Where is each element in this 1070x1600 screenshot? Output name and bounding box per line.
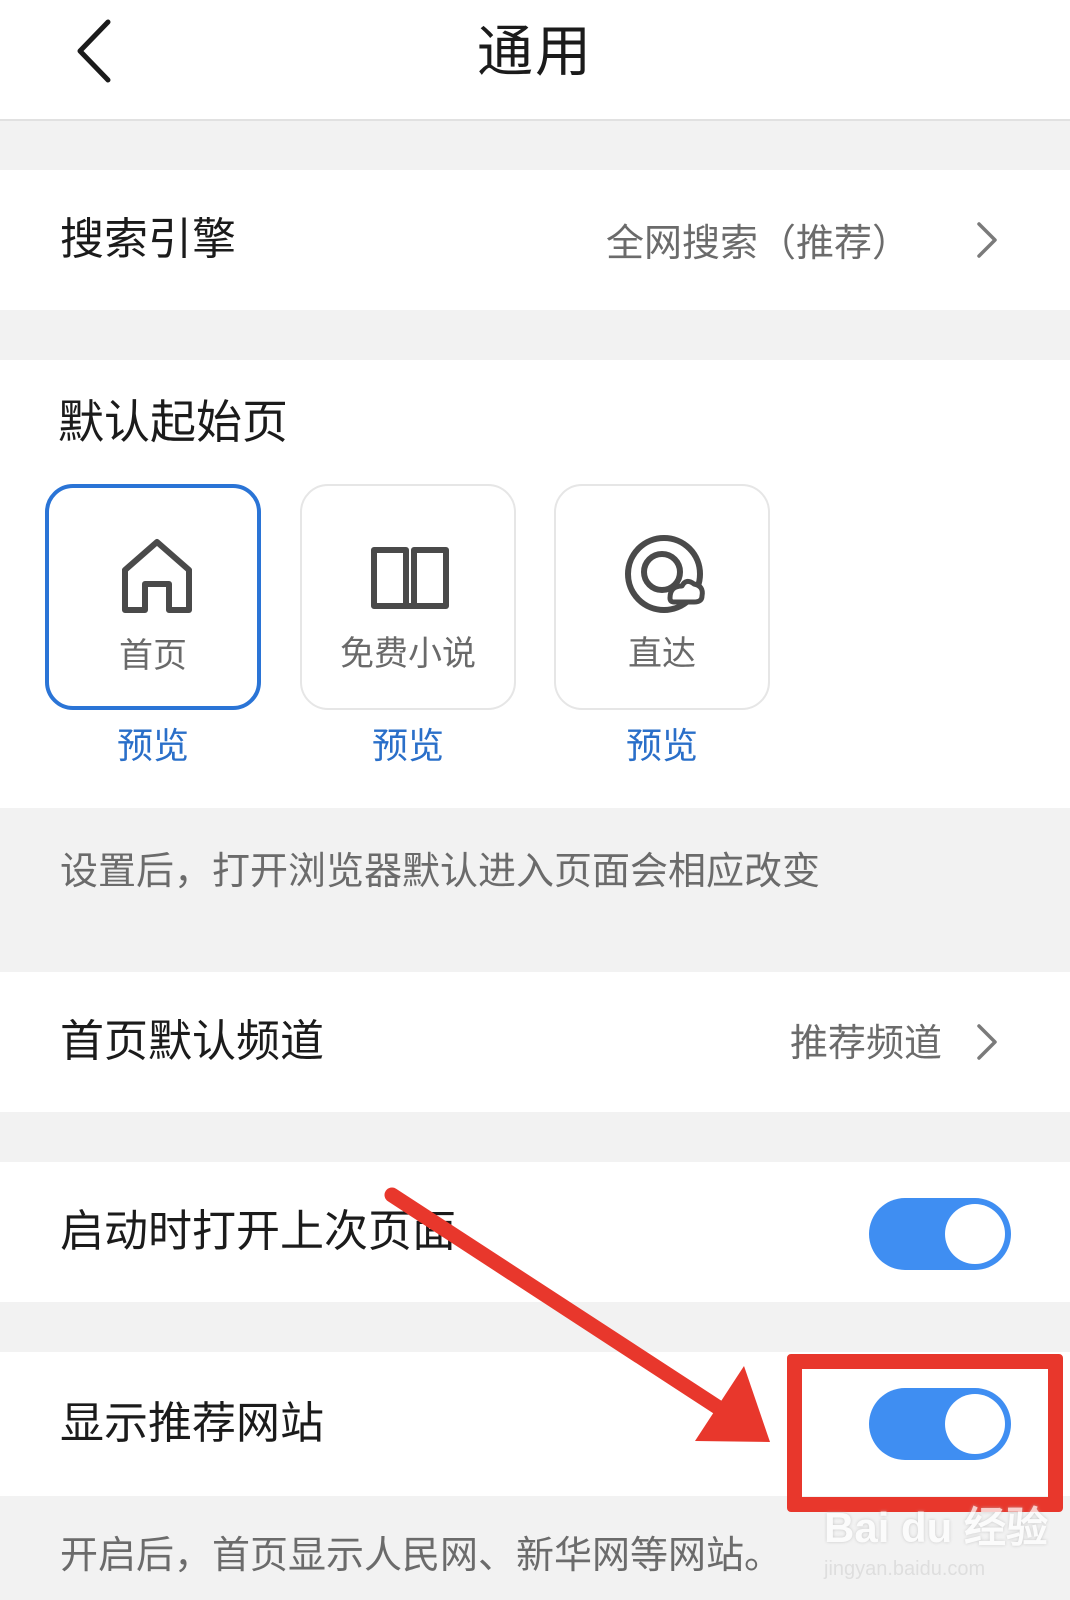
- preview-link-novel[interactable]: 预览: [300, 724, 516, 770]
- settings-page: 通用 搜索引擎 全网搜索（推荐） 默认起始页 首页 预览 免费小说 预览 直达 …: [0, 0, 1070, 1600]
- start-option-home[interactable]: 首页: [45, 484, 261, 710]
- home-icon: [122, 539, 192, 613]
- toggle-knob: [945, 1204, 1005, 1264]
- preview-link-home[interactable]: 预览: [45, 724, 261, 770]
- start-page-title: 默认起始页: [58, 395, 288, 449]
- chevron-right-icon: [977, 222, 997, 258]
- baidu-jingyan-watermark: Bai du 经验 jingyan.baidu.com: [818, 1488, 1068, 1596]
- start-page-note: 设置后，打开浏览器默认进入页面会相应改变: [60, 849, 821, 893]
- top-bar: 通用: [0, 0, 1070, 121]
- recommended-sites-note: 开启后，首页显示人民网、新华网等网站。: [60, 1533, 783, 1577]
- show-recommended-sites-label: 显示推荐网站: [60, 1398, 324, 1449]
- start-option-direct[interactable]: 直达: [554, 484, 770, 710]
- watermark-brand: Bai du 经验: [824, 1504, 1049, 1551]
- open-last-page-row: 启动时打开上次页面: [0, 1162, 1070, 1302]
- start-option-label: 直达: [628, 634, 696, 674]
- open-last-page-label: 启动时打开上次页面: [60, 1206, 456, 1257]
- home-default-channel-row[interactable]: 首页默认频道 推荐频道: [0, 972, 1070, 1112]
- page-title: 通用: [477, 20, 593, 85]
- search-engine-label: 搜索引擎: [60, 214, 236, 265]
- preview-link-direct[interactable]: 预览: [554, 724, 770, 770]
- start-option-label: 首页: [119, 636, 187, 676]
- search-engine-row[interactable]: 搜索引擎 全网搜索（推荐）: [0, 170, 1070, 310]
- watermark-domain: jingyan.baidu.com: [824, 1558, 986, 1580]
- start-option-label: 免费小说: [340, 634, 476, 674]
- search-engine-value: 全网搜索（推荐）: [605, 221, 910, 265]
- open-last-page-toggle[interactable]: [869, 1198, 1011, 1270]
- book-icon: [371, 547, 449, 609]
- home-channel-value: 推荐频道: [789, 1021, 942, 1065]
- default-start-page-section: 默认起始页 首页 预览 免费小说 预览 直达 预览: [0, 360, 1070, 808]
- direct-cloud-icon: [625, 535, 705, 613]
- home-channel-label: 首页默认频道: [60, 1016, 324, 1067]
- start-option-novel[interactable]: 免费小说: [300, 484, 516, 710]
- chevron-right-icon: [977, 1024, 997, 1060]
